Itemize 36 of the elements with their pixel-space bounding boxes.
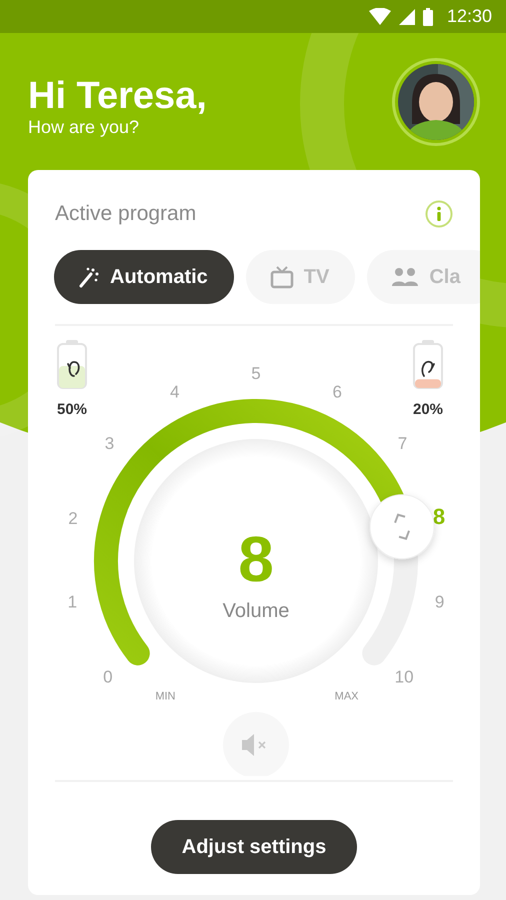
volume-tick[interactable]: 3	[104, 434, 114, 454]
info-icon[interactable]	[425, 200, 453, 228]
people-icon	[391, 267, 420, 287]
magic-wand-icon	[78, 266, 100, 288]
battery-reading: 50%	[56, 401, 88, 418]
volume-tick[interactable]: 8	[432, 504, 446, 530]
volume-tick[interactable]: 6	[332, 382, 342, 402]
volume-tick[interactable]: 1	[68, 592, 78, 612]
battery-icon	[57, 340, 87, 389]
volume-tick[interactable]: 7	[398, 434, 408, 454]
volume-tick[interactable]: 5	[251, 364, 261, 383]
volume-tick[interactable]: 0	[103, 668, 113, 687]
volume-tick[interactable]: 10	[394, 668, 414, 687]
status-time: 12:30	[446, 6, 492, 27]
greeting-title: Hi Teresa,	[28, 75, 207, 117]
volume-tick[interactable]: 2	[68, 509, 78, 528]
volume-knob[interactable]	[370, 494, 435, 560]
volume-label: Volume	[222, 600, 290, 622]
battery-icon	[413, 340, 443, 389]
program-tab[interactable]: Automatic	[54, 250, 234, 304]
battery-reading: 20%	[412, 401, 444, 418]
volume-value: 8	[238, 523, 274, 595]
volume-tick[interactable]: 4	[170, 382, 180, 402]
card-title: Active program	[55, 202, 196, 226]
battery-status-icon	[422, 8, 433, 26]
wifi-icon	[368, 8, 391, 25]
greeting-subtitle: How are you?	[28, 117, 140, 138]
adjust-settings-button[interactable]: Adjust settings	[151, 820, 357, 874]
tv-icon	[270, 265, 294, 289]
max-label: MAX	[334, 690, 358, 702]
program-tab[interactable]: Cla	[367, 250, 480, 304]
min-label: MIN	[155, 690, 176, 702]
mute-button[interactable]	[223, 712, 289, 776]
signal-icon	[398, 8, 415, 24]
program-tab[interactable]: TV	[246, 250, 356, 304]
volume-tick[interactable]: 9	[434, 592, 444, 612]
